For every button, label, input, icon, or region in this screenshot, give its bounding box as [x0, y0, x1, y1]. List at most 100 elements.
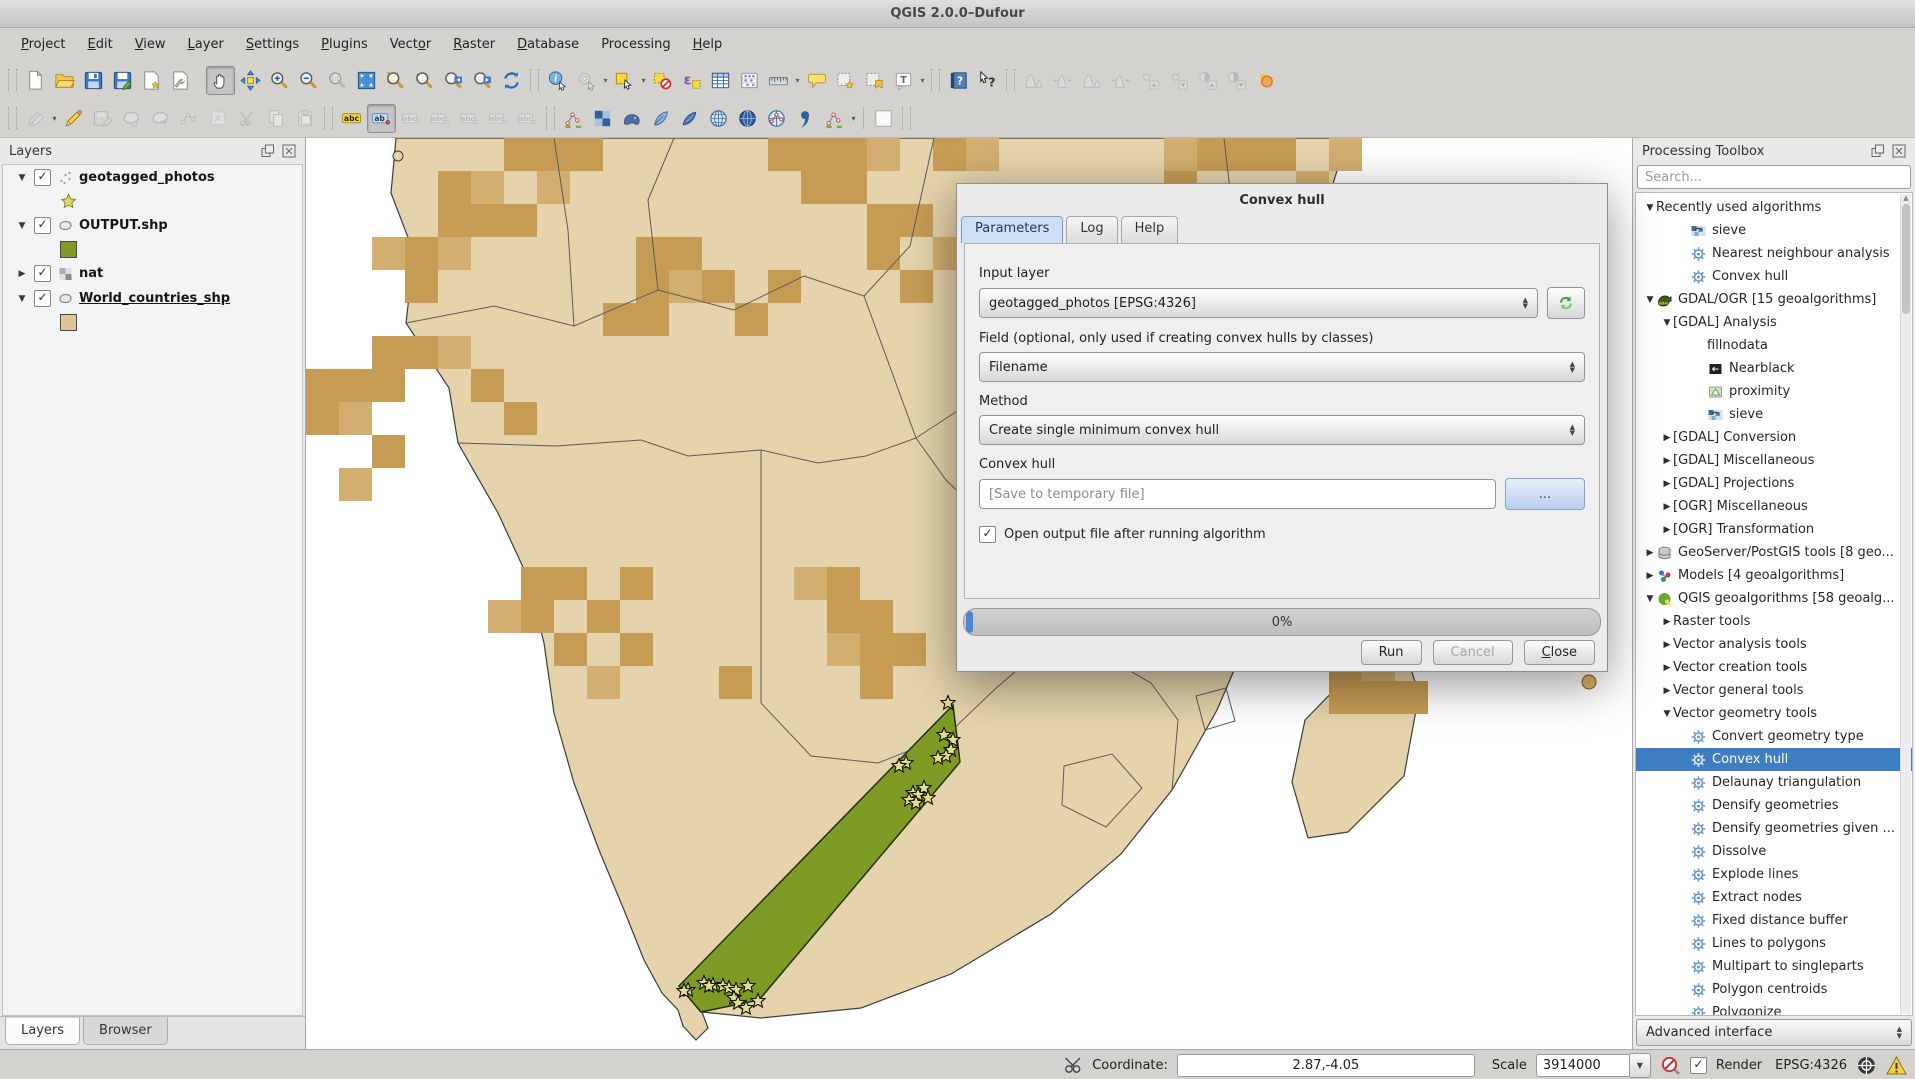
tree-item[interactable]: proximity [1636, 380, 1912, 403]
close-panel-icon[interactable] [1892, 144, 1906, 158]
tree-item[interactable]: ▼GDALGDAL/OGR [15 geoalgorithms] [1636, 288, 1912, 311]
interface-mode-select[interactable]: Advanced interface ▲▼ [1636, 1019, 1912, 1046]
zoom-to-layer-button[interactable] [411, 67, 438, 94]
toolbar-grip[interactable] [8, 69, 17, 91]
messages-warning-icon[interactable] [1886, 1055, 1907, 1076]
coordinate-input[interactable]: 2.87,-4.05 [1177, 1054, 1475, 1077]
algorithm-convex-hull-selected[interactable]: Convex hull [1636, 748, 1912, 771]
select-by-expression-button[interactable]: ε [678, 67, 705, 94]
text-annotation-dropdown-icon[interactable]: ▾ [918, 76, 927, 85]
iterate-layer-button[interactable] [1547, 287, 1585, 319]
text-annotation-button[interactable]: T [890, 67, 917, 94]
field-calculator-button[interactable] [736, 67, 763, 94]
toggle-editing-button[interactable] [60, 105, 87, 132]
menu-vector[interactable]: Vector [379, 31, 442, 58]
new-shapefile-layer-dropdown-icon[interactable]: ▾ [849, 114, 858, 123]
new-memory-layer-button[interactable] [870, 105, 897, 132]
crs-status-icon[interactable] [1856, 1055, 1877, 1076]
float-panel-icon[interactable] [1871, 144, 1885, 158]
layer-name[interactable]: World_countries_shp [79, 291, 230, 306]
layer-item[interactable]: ▼ ✓ geotagged_photos [3, 165, 302, 190]
layer-visibility-checkbox[interactable]: ✓ [34, 169, 51, 186]
add-raster-layer-button[interactable] [589, 105, 616, 132]
dialog-tab-parameters[interactable]: Parameters [961, 216, 1063, 243]
select-features-dropdown-icon[interactable]: ▾ [639, 76, 648, 85]
tree-item[interactable]: sieve [1636, 219, 1912, 242]
menu-plugins[interactable]: Plugins [310, 31, 379, 58]
add-wms-layer-button[interactable] [705, 105, 732, 132]
new-project-button[interactable] [22, 67, 49, 94]
tree-item[interactable]: fillnodata [1636, 334, 1912, 357]
tree-item[interactable]: ▶Models [4 geoalgorithms] [1636, 564, 1912, 587]
extents-toggle-icon[interactable] [1062, 1055, 1083, 1076]
tree-item[interactable]: Convert geometry type [1636, 725, 1912, 748]
collapse-icon[interactable]: ▼ [16, 173, 28, 183]
tree-item[interactable]: ▼QGIS geoalgorithms [58 geoalg... [1636, 587, 1912, 610]
tree-item[interactable]: ▼Recently used algorithms [1636, 196, 1912, 219]
tree-item[interactable]: Convex hull [1636, 265, 1912, 288]
map-tips-button[interactable] [803, 67, 830, 94]
labeling-button[interactable]: abc [338, 105, 365, 132]
dock-tab-browser[interactable]: Browser [83, 1017, 168, 1045]
add-vector-layer-button[interactable] [560, 105, 587, 132]
measure-dropdown-icon[interactable]: ▾ [793, 76, 802, 85]
add-postgis-layer-button[interactable] [618, 105, 645, 132]
tree-item[interactable]: Densify geometries given ... [1636, 817, 1912, 840]
tree-item[interactable]: ▶Vector general tools [1636, 679, 1912, 702]
menu-database[interactable]: Database [506, 31, 590, 58]
toolbar-grip[interactable] [931, 69, 940, 91]
add-spatialite-layer-button[interactable] [647, 105, 674, 132]
tree-item[interactable]: Extract nodes [1636, 886, 1912, 909]
pan-to-selection-button[interactable] [237, 67, 264, 94]
zoom-in-button[interactable] [266, 67, 293, 94]
menu-layer[interactable]: Layer [177, 31, 235, 58]
menu-edit[interactable]: Edit [77, 31, 124, 58]
float-panel-icon[interactable] [261, 144, 275, 158]
menu-view[interactable]: View [124, 31, 177, 58]
tree-item[interactable]: sieve [1636, 403, 1912, 426]
tree-item[interactable]: ▶[OGR] Miscellaneous [1636, 495, 1912, 518]
menu-settings[interactable]: Settings [235, 31, 310, 58]
dialog-tab-log[interactable]: Log [1066, 216, 1117, 243]
toolbar-grip[interactable] [546, 107, 555, 129]
touch-plugin-button[interactable] [1252, 67, 1279, 94]
whats-this-button[interactable]: ? [974, 67, 1001, 94]
tree-item[interactable]: ▶[GDAL] Miscellaneous [1636, 449, 1912, 472]
layer-name[interactable]: OUTPUT.shp [79, 218, 168, 233]
open-attribute-table-button[interactable] [707, 67, 734, 94]
tree-item[interactable]: Polygon centroids [1636, 978, 1912, 1001]
collapse-icon[interactable]: ▼ [16, 221, 28, 231]
menu-processing[interactable]: Processing [590, 31, 681, 58]
tree-item[interactable]: Dissolve [1636, 840, 1912, 863]
zoom-next-button[interactable] [469, 67, 496, 94]
tree-item[interactable]: ▶[OGR] Transformation [1636, 518, 1912, 541]
zoom-full-extent-button[interactable] [353, 67, 380, 94]
tree-item[interactable]: Explode lines [1636, 863, 1912, 886]
close-panel-icon[interactable] [282, 144, 296, 158]
tree-item[interactable]: Nearest neighbour analysis [1636, 242, 1912, 265]
select-features-button[interactable] [611, 67, 638, 94]
composer-manager-button[interactable] [167, 67, 194, 94]
expand-icon[interactable]: ▶ [16, 269, 28, 279]
layer-name[interactable]: nat [79, 266, 103, 281]
scale-dropdown-icon[interactable]: ▼ [1630, 1053, 1651, 1078]
browse-button[interactable]: ... [1505, 478, 1585, 510]
scrollbar[interactable]: ▲ [1900, 194, 1911, 1014]
layer-item[interactable]: ▼✓World_countries_shp [3, 286, 302, 311]
tree-item[interactable]: ▶[GDAL] Projections [1636, 472, 1912, 495]
scale-input[interactable]: 3914000 [1536, 1054, 1630, 1077]
layer-item[interactable]: ▶ ✓ nat [3, 261, 302, 286]
output-file-input[interactable]: [Save to temporary file] [979, 479, 1496, 509]
menu-raster[interactable]: Raster [442, 31, 506, 58]
pan-map-button[interactable] [206, 66, 235, 95]
layer-name[interactable]: geotagged_photos [79, 170, 215, 185]
run-button[interactable]: Run [1361, 640, 1422, 665]
collapse-icon[interactable]: ▼ [16, 294, 28, 304]
search-input[interactable] [1637, 165, 1911, 189]
add-mssql-layer-button[interactable] [676, 105, 703, 132]
tree-item[interactable]: ▼Vector geometry tools [1636, 702, 1912, 725]
zoom-to-selection-button[interactable] [382, 67, 409, 94]
layer-visibility-checkbox[interactable]: ✓ [34, 265, 51, 282]
new-shapefile-layer-button[interactable] [821, 105, 848, 132]
deselect-features-button[interactable] [649, 67, 676, 94]
